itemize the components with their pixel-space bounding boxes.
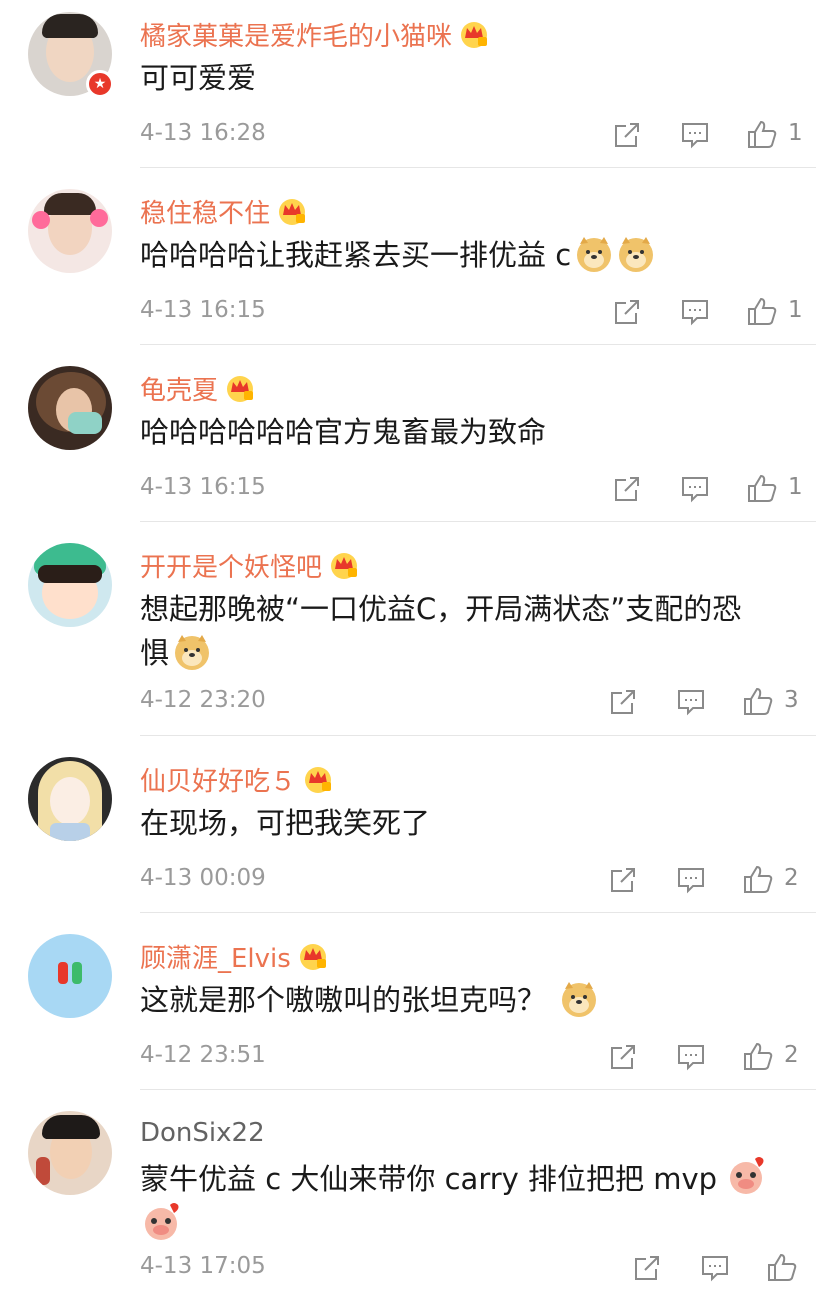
name-row: 开开是个妖怪吧 [140,545,360,585]
verified-badge-icon: ★ [86,70,114,98]
username-link[interactable]: 开开是个妖怪吧 [140,547,322,584]
like-count: 3 [784,687,799,713]
avatar[interactable] [28,366,112,450]
comment-text: 哈哈哈哈让我赶紧去买一排优益 c [140,233,780,277]
name-row: 稳住稳不住 [140,191,308,231]
pig-emoji-icon [145,1203,179,1240]
share-icon[interactable] [608,687,638,717]
comment-text: 在现场，可把我笑死了 [140,806,431,840]
doge-emoji-icon [175,635,210,670]
like-count: 1 [788,474,803,500]
doge-emoji-icon [577,237,612,272]
timestamp: 4-12 23:20 [140,687,266,713]
comment-icon[interactable] [680,297,710,327]
doge-emoji-icon [619,237,654,272]
divider [140,912,816,913]
crown-badge-icon [227,376,254,402]
like-count: 1 [788,120,803,146]
share-icon[interactable] [612,297,642,327]
crown-badge-icon [305,767,332,793]
like-icon[interactable] [746,295,778,327]
divider [140,167,816,168]
comment-item: 龟壳夏 哈哈哈哈哈哈官方鬼畜最为致命 4-13 16:15 1 [0,354,816,522]
divider [140,735,816,736]
comment-item: 开开是个妖怪吧 想起那晚被“一口优益C，开局满状态”支配的恐惧 4-12 23:… [0,531,816,736]
comment-icon[interactable] [676,1042,706,1072]
username-link[interactable]: 橘家菓菓是爱炸毛的小猫咪 [140,16,452,53]
username-link[interactable]: 龟壳夏 [140,370,218,407]
divider [140,1089,816,1090]
comment-icon[interactable] [680,120,710,150]
username-link[interactable]: 稳住稳不住 [140,193,270,230]
share-icon[interactable] [612,474,642,504]
timestamp: 4-12 23:51 [140,1042,266,1068]
comment-text: 哈哈哈哈哈哈官方鬼畜最为致命 [140,415,547,449]
share-icon[interactable] [608,1042,638,1072]
username-link[interactable]: DonSix22 [140,1118,265,1148]
comment-text: 可可爱爱 [140,61,257,95]
name-row: 仙贝好好吃５ [140,759,334,799]
like-icon[interactable] [746,472,778,504]
comment-icon[interactable] [676,687,706,717]
like-count: 2 [784,865,799,891]
divider [140,521,816,522]
timestamp: 4-13 00:09 [140,865,266,891]
avatar[interactable] [28,934,112,1018]
comment-item: 仙贝好好吃５ 在现场，可把我笑死了 4-13 00:09 2 [0,745,816,913]
comment-icon[interactable] [676,865,706,895]
share-icon[interactable] [632,1253,662,1283]
timestamp: 4-13 16:28 [140,120,266,146]
username-link[interactable]: 顾潇涯_Elvis [140,938,291,975]
name-row: 顾潇涯_Elvis [140,936,329,976]
comment-text: 这就是那个嗷嗷叫的张坦克吗？ [140,978,780,1022]
divider [140,344,816,345]
crown-badge-icon [461,22,488,48]
comment-item: DonSix22 蒙牛优益 c 大仙来带你 carry 排位把把 mvp 4-1… [0,1099,816,1296]
name-row: DonSix22 [140,1113,265,1153]
comment-item: ★ 橘家菓菓是爱炸毛的小猫咪 可可爱爱 4-13 16:28 1 [0,0,816,168]
comment-list: ★ 橘家菓菓是爱炸毛的小猫咪 可可爱爱 4-13 16:28 1 稳住稳不住 哈… [0,0,816,1296]
timestamp: 4-13 16:15 [140,297,266,323]
like-icon[interactable] [746,118,778,150]
share-icon[interactable] [608,865,638,895]
name-row: 橘家菓菓是爱炸毛的小猫咪 [140,14,490,54]
timestamp: 4-13 17:05 [140,1253,266,1279]
like-count: 1 [788,297,803,323]
share-icon[interactable] [612,120,642,150]
avatar[interactable] [28,189,112,273]
comment-icon[interactable] [700,1253,730,1283]
comment-item: 稳住稳不住 哈哈哈哈让我赶紧去买一排优益 c 4-13 16:15 1 [0,177,816,345]
comment-text: 蒙牛优益 c 大仙来带你 carry 排位把把 mvp [140,1155,780,1247]
username-link[interactable]: 仙贝好好吃５ [140,761,296,798]
like-icon[interactable] [742,863,774,895]
like-icon[interactable] [742,1040,774,1072]
pig-emoji-icon [730,1157,764,1194]
crown-badge-icon [299,944,326,970]
timestamp: 4-13 16:15 [140,474,266,500]
avatar[interactable] [28,1111,112,1195]
like-icon[interactable] [742,685,774,717]
like-count: 2 [784,1042,799,1068]
comment-icon[interactable] [680,474,710,504]
doge-emoji-icon [562,982,597,1017]
name-row: 龟壳夏 [140,368,256,408]
avatar[interactable] [28,757,112,841]
comment-item: 顾潇涯_Elvis 这就是那个嗷嗷叫的张坦克吗？ 4-12 23:51 2 [0,922,816,1090]
avatar[interactable] [28,543,112,627]
like-icon[interactable] [766,1251,798,1283]
crown-badge-icon [279,199,306,225]
comment-text: 想起那晚被“一口优益C，开局满状态”支配的恐惧 [140,592,742,670]
crown-badge-icon [331,553,358,579]
